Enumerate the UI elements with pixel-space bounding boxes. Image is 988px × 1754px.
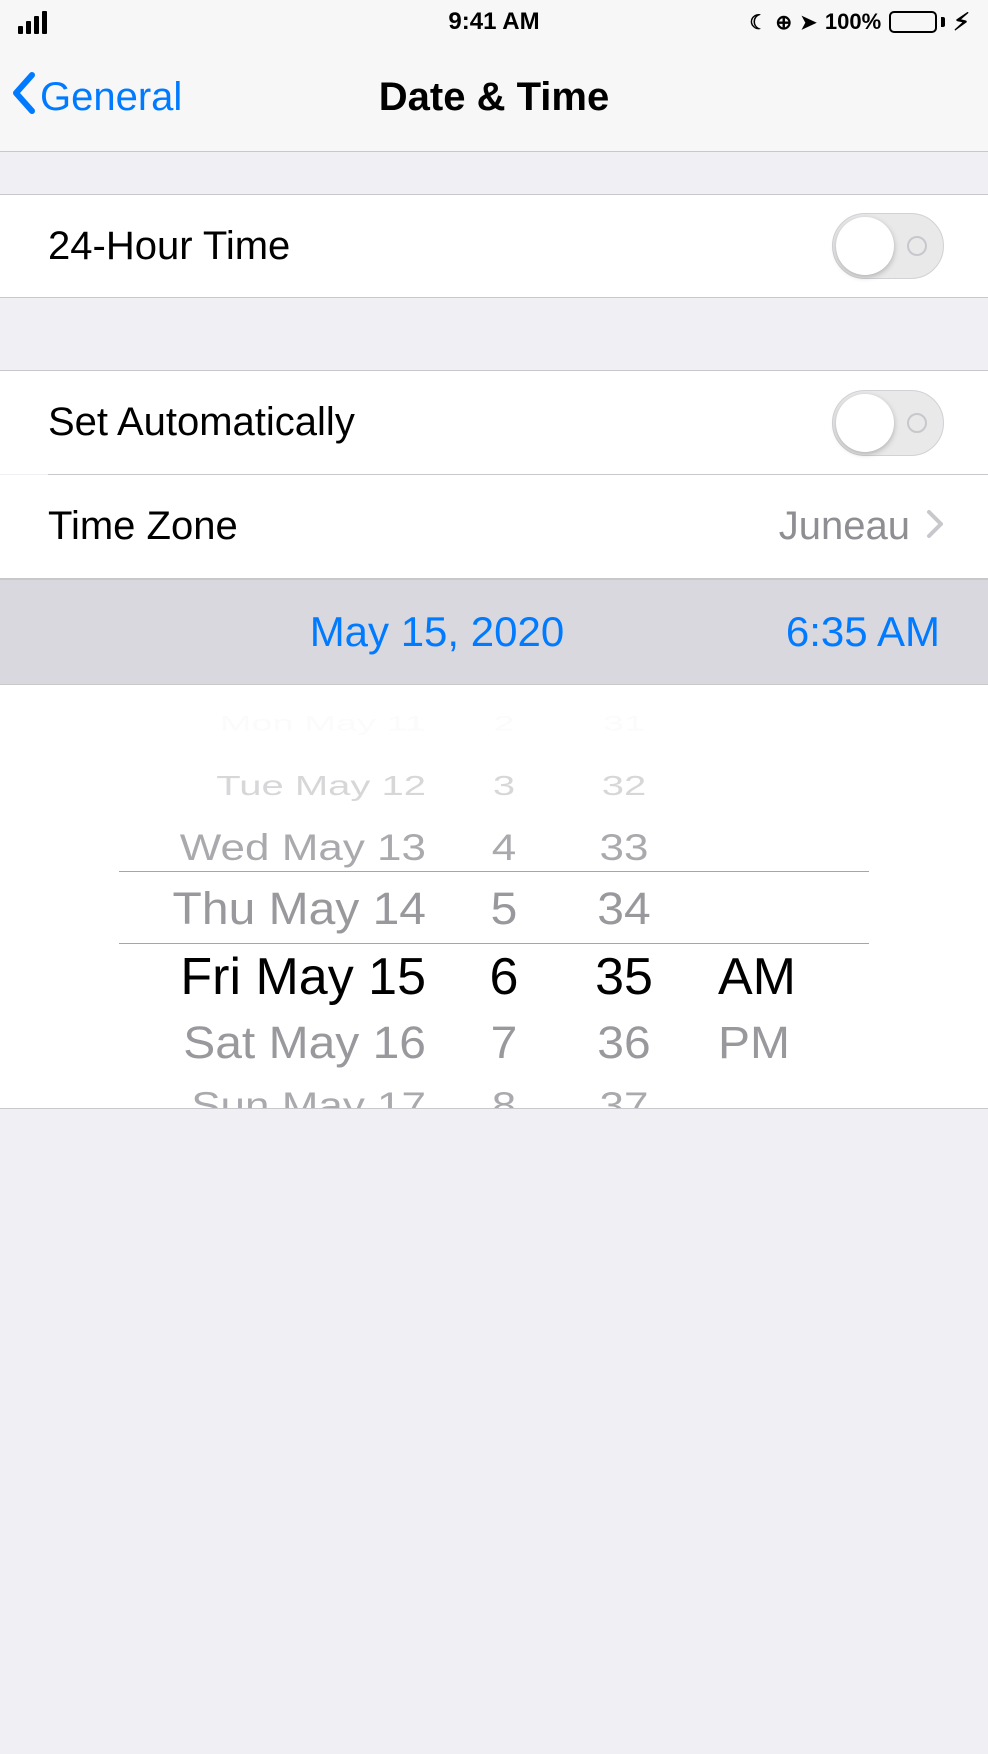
picker-item: 33	[554, 822, 694, 875]
selected-date: May 15, 2020	[48, 608, 646, 656]
row-24-hour-time: 24-Hour Time	[0, 194, 988, 298]
signal-bars-icon	[18, 11, 47, 34]
picker-item: Fri May 15	[124, 941, 426, 1013]
status-left	[18, 11, 47, 34]
picker-item: 5	[454, 881, 554, 940]
row-label-set-auto: Set Automatically	[48, 400, 355, 445]
chevron-left-icon	[10, 71, 38, 125]
battery-icon	[889, 11, 945, 33]
picker-item: 35	[554, 941, 694, 1013]
picker-item: Thu May 14	[124, 881, 426, 940]
picker-item: 37	[554, 1080, 694, 1109]
picker-item: 2	[454, 707, 554, 741]
chevron-right-icon	[926, 504, 944, 549]
location-arrow-icon: ➤	[800, 10, 817, 35]
row-set-automatically: Set Automatically	[0, 370, 988, 474]
toggle-set-automatically[interactable]	[832, 390, 944, 456]
picker-item: 3	[454, 764, 554, 807]
row-selected-datetime[interactable]: May 15, 2020 6:35 AM	[0, 579, 988, 685]
picker-item: 36	[554, 1015, 694, 1074]
charging-icon: ⚡︎	[953, 8, 970, 37]
picker-item: AM	[718, 941, 864, 1013]
row-value-time-zone: Juneau	[779, 504, 944, 549]
picker-item: 7	[454, 1015, 554, 1074]
battery-percent: 100%	[825, 9, 881, 35]
group-set-time: Set Automatically Time Zone Juneau	[0, 370, 988, 579]
moon-icon: ☾	[749, 10, 767, 35]
page-title: Date & Time	[379, 75, 609, 120]
back-button[interactable]: General	[10, 71, 182, 125]
picker-item: Sat May 16	[124, 1015, 426, 1074]
picker-item: 8	[454, 1080, 554, 1109]
rotation-lock-icon: ⊕	[775, 10, 792, 35]
row-time-zone[interactable]: Time Zone Juneau	[0, 475, 988, 579]
picker-column-date[interactable]: Mon May 11 Tue May 12 Wed May 13 Thu May 14…	[124, 693, 454, 1108]
picker-column-hour[interactable]: 2345678910	[454, 693, 554, 1108]
selected-time: 6:35 AM	[786, 608, 940, 656]
nav-bar: General Date & Time	[0, 44, 988, 152]
picker-item: 34	[554, 881, 694, 940]
status-bar: 9:41 AM ☾ ⊕ ➤ 100% ⚡︎	[0, 0, 988, 44]
picker-item: 4	[454, 822, 554, 875]
picker-column-minute[interactable]: 313233343536373839	[554, 693, 694, 1108]
toggle-24-hour[interactable]	[832, 213, 944, 279]
picker-item: Tue May 12	[124, 764, 426, 807]
picker-item: Mon May 11	[124, 707, 426, 741]
picker-column-ampm[interactable]: AMPM	[694, 693, 864, 1108]
datetime-picker: Mon May 11 Tue May 12 Wed May 13 Thu May 14…	[0, 685, 988, 1109]
picker-item: PM	[718, 1015, 864, 1074]
row-label-time-zone: Time Zone	[48, 504, 238, 549]
back-label: General	[40, 75, 182, 120]
picker-item: 6	[454, 941, 554, 1013]
row-label-24-hour: 24-Hour Time	[48, 224, 290, 269]
picker-item: Wed May 13	[124, 822, 426, 875]
picker-item: 31	[554, 707, 694, 741]
picker-item: 32	[554, 764, 694, 807]
status-time: 9:41 AM	[448, 8, 539, 36]
picker-item: Sun May 17	[124, 1080, 426, 1109]
time-zone-value: Juneau	[779, 504, 910, 549]
status-right: ☾ ⊕ ➤ 100% ⚡︎	[749, 8, 970, 37]
